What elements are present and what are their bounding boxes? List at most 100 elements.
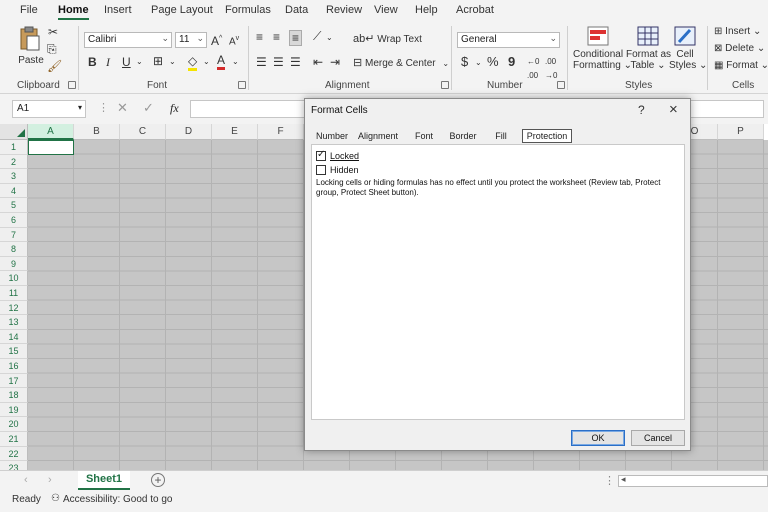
row-header[interactable]: 19	[0, 402, 28, 418]
decrease-decimal-icon[interactable]: .00 →0	[545, 55, 557, 83]
tab-split-handle[interactable]: ⋮	[604, 474, 615, 487]
orientation-icon[interactable]: ⟋	[313, 29, 321, 43]
alignment-launcher-icon[interactable]	[441, 81, 449, 89]
column-header[interactable]: C	[120, 124, 166, 140]
scroll-left-arrow-icon[interactable]: ◂	[621, 474, 626, 485]
column-header[interactable]: D	[166, 124, 212, 140]
column-header[interactable]: E	[212, 124, 258, 140]
row-header[interactable]: 12	[0, 300, 28, 316]
row-header[interactable]: 18	[0, 388, 28, 403]
italic-icon[interactable]: I	[106, 55, 110, 69]
number-format-select[interactable]: General ⌄	[457, 32, 560, 48]
add-sheet-icon[interactable]: +	[151, 473, 165, 487]
insert-cells-button[interactable]: ⊞ Insert ⌄	[714, 26, 761, 37]
column-header[interactable]: B	[74, 124, 120, 140]
column-header[interactable]: A	[28, 124, 74, 140]
cancel-button[interactable]: Cancel	[631, 430, 685, 446]
font-size-select[interactable]: 11 ⌄	[175, 32, 207, 48]
align-top-icon[interactable]: ≡	[256, 30, 263, 44]
align-left-icon[interactable]: ☰	[256, 55, 267, 69]
wrap-text-button[interactable]: ab↵ Wrap Text	[353, 32, 422, 45]
menu-review[interactable]: Review	[326, 4, 362, 16]
format-as-table-button[interactable]: Format as Table ⌄	[626, 26, 671, 71]
number-launcher-icon[interactable]	[557, 81, 565, 89]
format-painter-icon[interactable]: 🖌	[47, 59, 62, 73]
row-header[interactable]: 22	[0, 446, 28, 462]
more-options-icon[interactable]: ⋮	[98, 101, 109, 114]
bold-icon[interactable]: B	[88, 55, 97, 69]
comma-style-icon[interactable]: 9	[508, 55, 515, 69]
row-header[interactable]: 11	[0, 286, 28, 301]
underline-icon[interactable]: U	[122, 55, 131, 69]
tab-border[interactable]: Border	[447, 130, 479, 144]
enter-icon[interactable]: ✓	[143, 100, 154, 116]
row-header[interactable]: 13	[0, 315, 28, 330]
grow-font-icon[interactable]: A^	[211, 32, 222, 48]
menu-view[interactable]: View	[374, 4, 398, 16]
align-bottom-icon[interactable]: ≡	[289, 30, 303, 46]
fill-color-icon[interactable]: ◇	[188, 54, 198, 71]
insert-function-icon[interactable]: fx	[170, 101, 179, 116]
row-header[interactable]: 1	[0, 140, 28, 155]
row-header[interactable]: 9	[0, 256, 28, 272]
menu-formulas[interactable]: Formulas	[225, 4, 271, 16]
menu-help[interactable]: Help	[415, 4, 438, 16]
align-center-icon[interactable]: ☰	[273, 55, 284, 69]
decrease-indent-icon[interactable]: ⇤	[313, 55, 323, 69]
name-box[interactable]: A1 ▾	[12, 100, 86, 118]
locked-label[interactable]: Locked	[330, 151, 359, 161]
row-header[interactable]: 7	[0, 227, 28, 243]
cut-icon[interactable]: ✂	[48, 25, 58, 39]
increase-indent-icon[interactable]: ⇥	[330, 55, 340, 69]
scroll-right-icon[interactable]: ›	[48, 474, 52, 486]
menu-data[interactable]: Data	[285, 4, 308, 16]
horizontal-scrollbar[interactable]: ◂	[618, 474, 768, 487]
font-launcher-icon[interactable]	[238, 81, 246, 89]
conditional-formatting-button[interactable]: Conditional Formatting ⌄	[573, 26, 632, 71]
currency-icon[interactable]: $	[461, 55, 468, 69]
column-header[interactable]: F	[258, 124, 304, 140]
chevron-down-icon[interactable]: ⌄	[475, 56, 482, 70]
row-header[interactable]: 8	[0, 242, 28, 257]
row-header[interactable]: 16	[0, 359, 28, 374]
paste-button[interactable]: Paste	[18, 26, 44, 72]
help-icon[interactable]: ?	[638, 103, 645, 117]
accessibility-status[interactable]: Accessibility: Good to go	[63, 494, 173, 505]
tab-number[interactable]: Number	[314, 130, 350, 144]
row-header[interactable]: 21	[0, 432, 28, 447]
menu-page-layout[interactable]: Page Layout	[151, 4, 213, 16]
row-header[interactable]: 23	[0, 461, 28, 470]
row-header[interactable]: 3	[0, 169, 28, 184]
cell-styles-button[interactable]: Cell Styles ⌄	[669, 26, 707, 71]
format-cells-button[interactable]: ▦ Format ⌄	[714, 60, 768, 71]
menu-file[interactable]: File	[20, 4, 38, 16]
chevron-down-icon[interactable]: ⌄	[326, 31, 333, 45]
tab-alignment[interactable]: Alignment	[355, 130, 401, 144]
locked-checkbox[interactable]	[316, 149, 326, 161]
increase-decimal-icon[interactable]: ←0.00	[527, 55, 539, 83]
row-header[interactable]: 5	[0, 198, 28, 213]
row-header[interactable]: 15	[0, 344, 28, 359]
copy-icon[interactable]: ⎘	[47, 42, 57, 56]
merge-center-button[interactable]: ⊟ Merge & Center ⌄	[353, 56, 449, 69]
select-all-corner[interactable]	[0, 124, 28, 140]
tab-font[interactable]: Font	[409, 130, 439, 144]
chevron-down-icon[interactable]: ⌄	[232, 55, 239, 69]
row-header[interactable]: 17	[0, 373, 28, 389]
ok-button[interactable]: OK	[571, 430, 625, 446]
row-header[interactable]: 4	[0, 183, 28, 199]
row-header[interactable]: 2	[0, 154, 28, 170]
close-icon[interactable]: ×	[669, 101, 678, 118]
row-header[interactable]: 14	[0, 329, 28, 345]
chevron-down-icon[interactable]: ⌄	[136, 55, 143, 69]
hidden-label[interactable]: Hidden	[330, 165, 359, 175]
row-header[interactable]: 6	[0, 213, 28, 228]
delete-cells-button[interactable]: ⊠ Delete ⌄	[714, 43, 765, 54]
active-cell[interactable]	[28, 140, 74, 155]
chevron-down-icon[interactable]: ⌄	[169, 55, 176, 69]
font-color-icon[interactable]: A	[217, 53, 226, 70]
align-right-icon[interactable]: ☰	[290, 55, 301, 69]
tab-protection[interactable]: Protection	[522, 129, 572, 143]
chevron-down-icon[interactable]: ⌄	[203, 55, 210, 69]
shrink-font-icon[interactable]: Av	[229, 32, 239, 49]
